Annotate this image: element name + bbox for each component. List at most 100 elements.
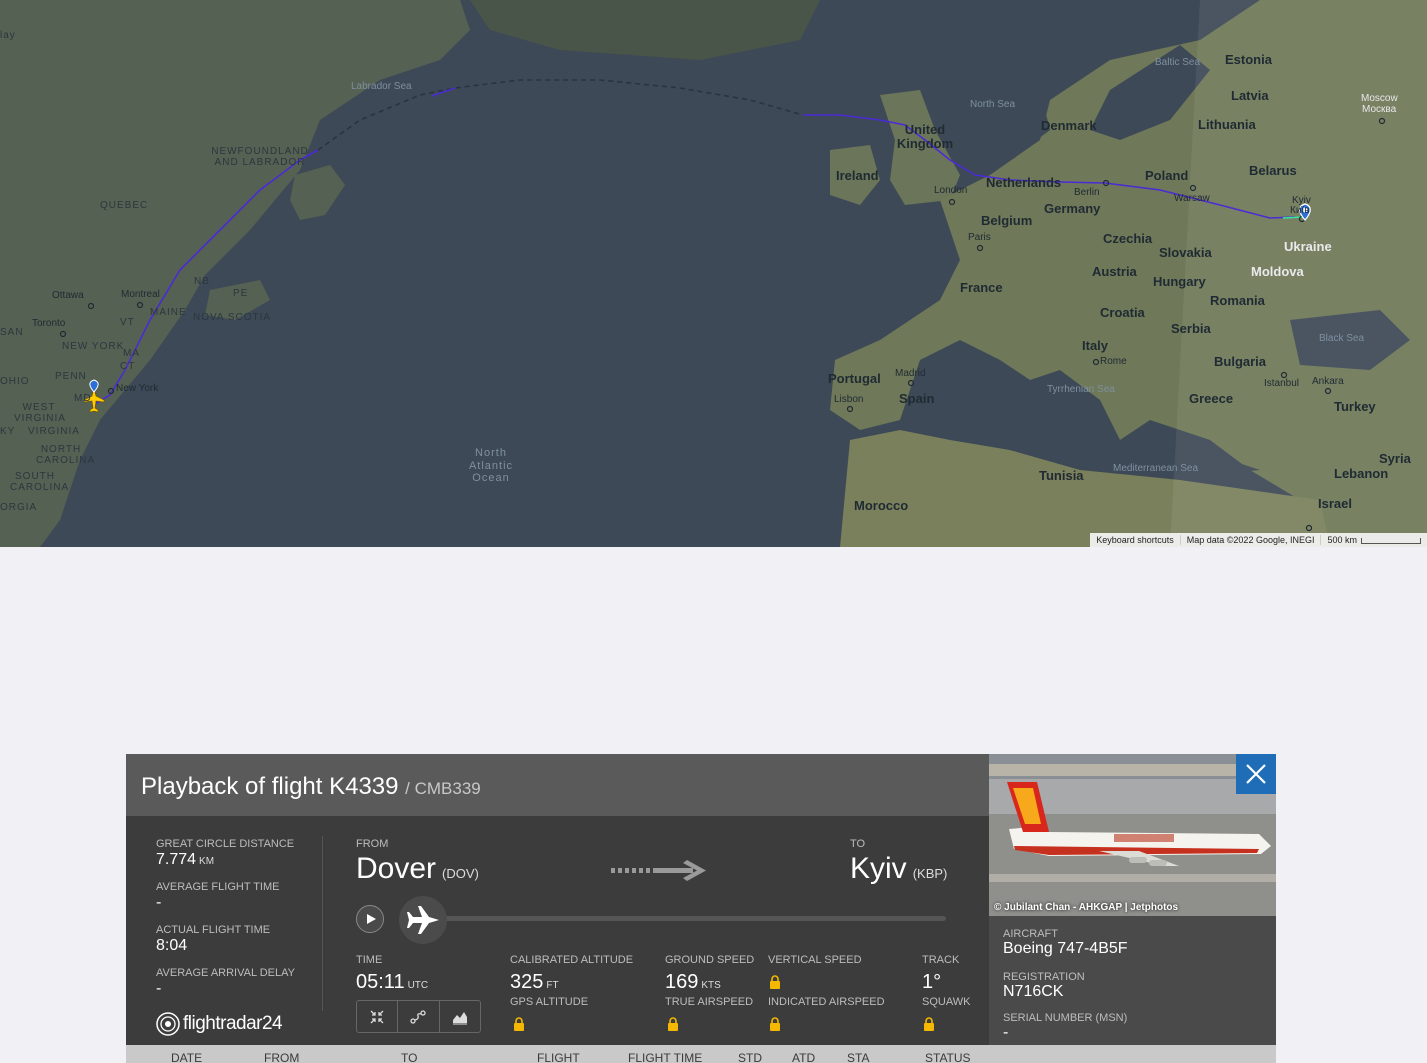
lock-icon[interactable] [769, 975, 781, 989]
map-label-city: Lisbon [834, 394, 864, 405]
map-label-city: Madrid [895, 368, 926, 379]
route-icon [410, 1009, 427, 1024]
map-label-country: Ireland [836, 168, 879, 183]
play-button[interactable] [356, 905, 384, 933]
map-label-city: Berlin [1074, 187, 1100, 198]
lock-icon[interactable] [667, 1017, 679, 1031]
aircraft-image [989, 754, 1276, 916]
map-label-region: NOVA SCOTIA [193, 312, 272, 323]
stat-unit: KM [199, 856, 215, 867]
logo-text: flightradar24 [183, 1013, 283, 1034]
map-footer: Keyboard shortcuts Map data ©2022 Google… [1090, 533, 1427, 547]
stat-value: - [156, 894, 162, 911]
origin-city[interactable]: Dover (DOV) [356, 852, 479, 886]
map-label-region: KY [0, 426, 16, 437]
time-unit: UTC [407, 980, 429, 991]
map-label-city: Paris [968, 232, 991, 243]
map-label-region: NORTH CAROLINA [36, 444, 96, 466]
route-arrow-icon [611, 860, 706, 881]
map-label-country: Moldova [1251, 264, 1304, 279]
close-button[interactable] [1236, 754, 1276, 794]
vertical-speed-label: VERTICAL SPEED [768, 954, 862, 966]
map-label-region: VIRGINIA [28, 426, 80, 437]
origin-code: (DOV) [442, 866, 479, 881]
map-label-region: WEST VIRGINIA [14, 402, 66, 424]
msn-value: - [1003, 1024, 1009, 1041]
map-label-country: Serbia [1171, 321, 1211, 336]
ground-speed-unit: KTS [701, 980, 721, 991]
map-label-region: OHIO [0, 376, 30, 387]
from-label: FROM [356, 838, 389, 850]
time-label: TIME [356, 954, 383, 966]
track-label: TRACK [922, 954, 960, 966]
playback-scrubber[interactable] [399, 896, 447, 944]
flight-map[interactable]: Estonia Latvia Lithuania Denmark Belarus… [0, 0, 1427, 547]
keyboard-shortcuts-link[interactable]: Keyboard shortcuts [1090, 535, 1180, 545]
map-label-region: PENN [55, 371, 87, 382]
cal-alt-unit: FT [546, 980, 559, 991]
ground-speed-label: GROUND SPEED [665, 954, 755, 966]
map-label-region: SAN [0, 327, 24, 338]
map-label-region: MAINE [150, 307, 187, 318]
column-header-flight[interactable]: FLIGHT [537, 1051, 580, 1063]
column-header-from[interactable]: FROM [264, 1051, 299, 1063]
stat-label: AVERAGE ARRIVAL DELAY [156, 967, 295, 979]
map-label-region: NEW YORK [62, 341, 125, 352]
lock-icon[interactable] [769, 1017, 781, 1031]
map-label-country: Latvia [1231, 88, 1269, 103]
chart-icon [452, 1011, 467, 1024]
map-label-country: Poland [1145, 168, 1189, 183]
flightradar24-logo[interactable]: flightradar24 [156, 1012, 283, 1036]
graph-view-button[interactable] [440, 1001, 480, 1032]
destination-city[interactable]: Kyiv (KBP) [850, 852, 947, 886]
column-header-status[interactable]: STATUS [925, 1051, 971, 1063]
map-label-sea: Mediterranean Sea [1113, 463, 1199, 474]
close-icon [1246, 764, 1266, 784]
column-header-to[interactable]: TO [401, 1051, 417, 1063]
map-label-city: Warsaw [1174, 193, 1210, 204]
map-label-country: Tunisia [1039, 468, 1084, 483]
column-header-atd[interactable]: ATD [792, 1051, 815, 1063]
indicated-airspeed-label: INDICATED AIRSPEED [768, 996, 885, 1008]
to-label: TO [850, 838, 866, 850]
column-header-date[interactable]: DATE [171, 1051, 202, 1063]
map-label-country: France [960, 280, 1003, 295]
map-label-region: lay [0, 30, 16, 41]
gps-alt-label: GPS ALTITUDE [510, 996, 589, 1008]
squawk-label: SQUAWK [922, 996, 971, 1008]
map-label-ocean: North Atlantic Ocean [468, 447, 514, 485]
column-header-sta[interactable]: STA [847, 1051, 869, 1063]
map-label-sea: Tyrrhenian Sea [1047, 384, 1115, 395]
stat-label: GREAT CIRCLE DISTANCE [156, 838, 295, 850]
radar-icon [156, 1012, 180, 1036]
map-label-city: Rome [1100, 356, 1127, 367]
registration-value[interactable]: N716CK [1003, 983, 1063, 1001]
aircraft-photo[interactable]: © Jubilant Chan - AHKGAP | Jetphotos [989, 754, 1276, 916]
playback-timeline[interactable] [416, 916, 946, 921]
map-label-region: CT [120, 361, 136, 372]
column-header-flight-time[interactable]: FLIGHT TIME [628, 1051, 702, 1063]
map-label-region: MD [74, 393, 92, 404]
collapse-view-button[interactable] [357, 1001, 399, 1032]
route-view-button[interactable] [398, 1001, 440, 1032]
map-label-region: QUEBEC [100, 200, 149, 211]
map-label-city: Ottawa [52, 290, 84, 301]
lock-icon[interactable] [923, 1017, 935, 1031]
map-label-country: Israel [1318, 496, 1352, 511]
photo-credit[interactable]: © Jubilant Chan - AHKGAP | Jetphotos [994, 902, 1178, 913]
map-label-region: VT [120, 317, 135, 328]
map-label-country: Austria [1092, 264, 1137, 279]
true-airspeed-label: TRUE AIRSPEED [665, 996, 754, 1008]
aircraft-info: AIRCRAFT Boeing 747-4B5F REGISTRATION N7… [989, 916, 1276, 1045]
column-header-std[interactable]: STD [738, 1051, 762, 1063]
panel-header: Playback of flight K4339 / CMB339 [126, 754, 989, 816]
map-label-city: Київ [1290, 205, 1310, 216]
lock-icon[interactable] [513, 1017, 525, 1031]
map-label-country: Morocco [854, 498, 909, 513]
map-label-country: Denmark [1041, 118, 1097, 133]
map-label-country: Ukraine [1284, 239, 1332, 254]
map-label-country: Lebanon [1334, 466, 1389, 481]
cal-alt-value: 325 FT [510, 971, 559, 994]
aircraft-value[interactable]: Boeing 747-4B5F [1003, 940, 1128, 958]
panel-body: GREAT CIRCLE DISTANCE 7.774 KM AVERAGE FL… [126, 816, 989, 1045]
